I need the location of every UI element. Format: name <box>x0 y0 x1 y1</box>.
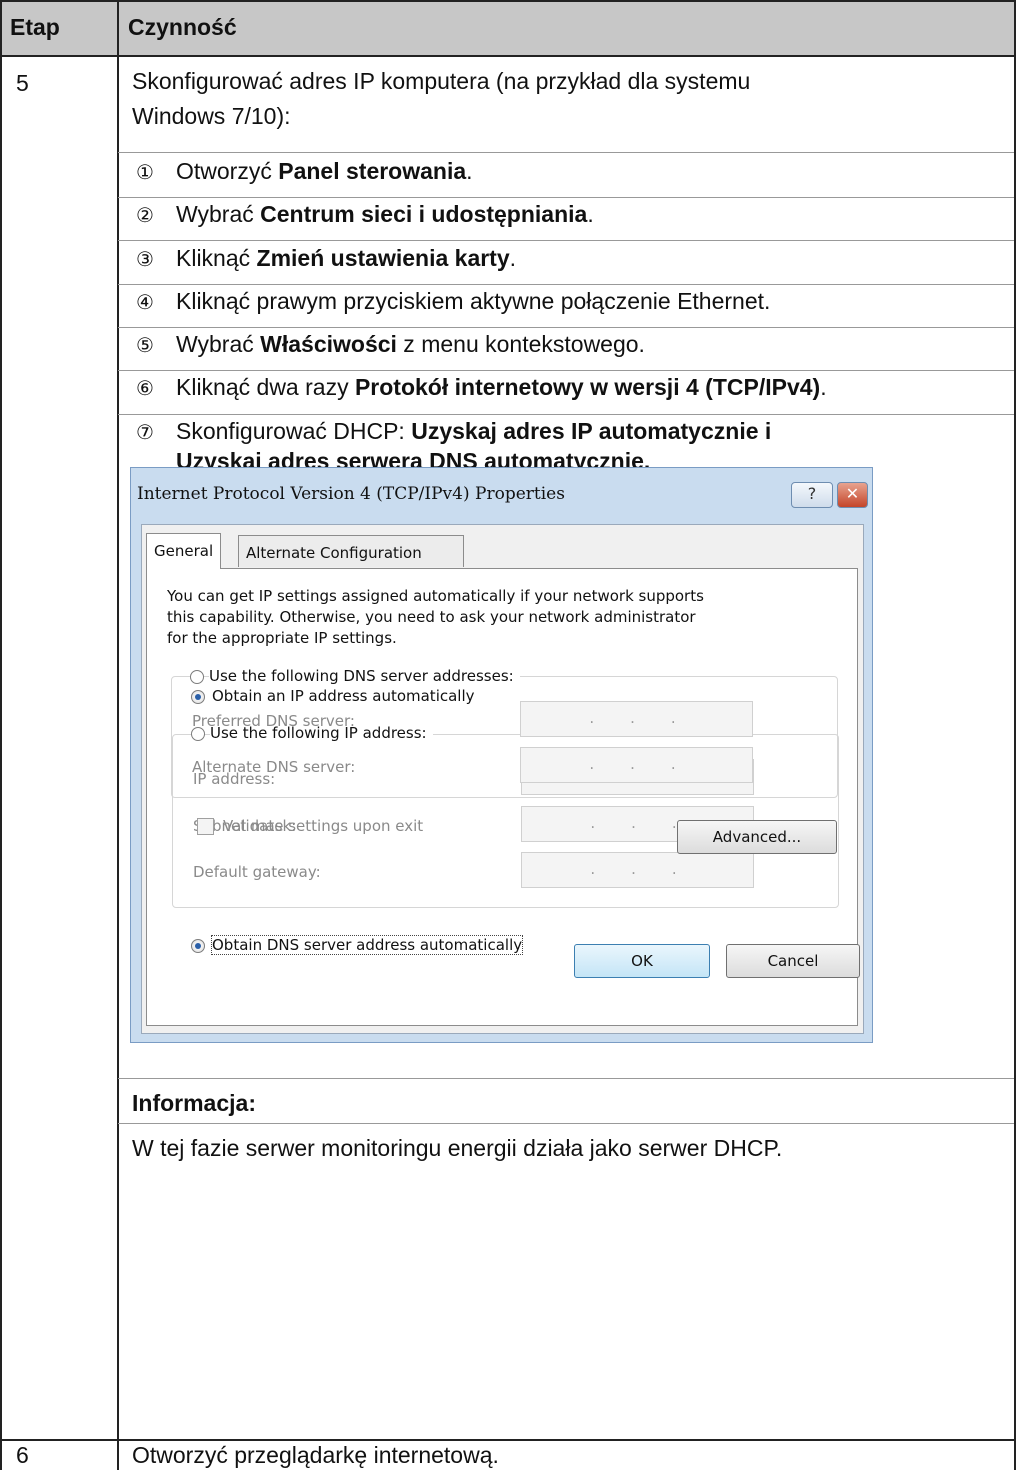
step-intro: Skonfigurować adres IP komputera (na prz… <box>132 68 751 94</box>
header-etap: Etap <box>10 14 60 40</box>
help-button[interactable]: ? <box>791 482 833 508</box>
preferred-dns-label: Preferred DNS server: <box>192 712 355 730</box>
radio-use-dns[interactable] <box>190 670 204 684</box>
dialog-title: Internet Protocol Version 4 (TCP/IPv4) P… <box>137 484 565 504</box>
step-number: 5 <box>16 70 29 96</box>
alternate-dns-field[interactable]: ... <box>520 747 753 783</box>
row-divider <box>118 240 1014 241</box>
radio-use-dns-label: Use the following DNS server addresses: <box>209 667 520 685</box>
row-divider <box>118 327 1014 328</box>
validate-label: Validate settings upon exit <box>223 817 424 835</box>
step-text: Otworzyć przeglądarkę internetową. <box>132 1442 499 1468</box>
table-border-left <box>0 0 2 1470</box>
info-text: W tej fazie serwer monitoringu energii d… <box>132 1135 783 1161</box>
validate-checkbox[interactable] <box>197 818 214 835</box>
row-divider <box>118 1123 1014 1124</box>
row-divider <box>118 370 1014 371</box>
ok-button[interactable]: OK <box>574 944 710 978</box>
step-intro-2: Windows 7/10): <box>132 103 291 129</box>
header-czynnosc: Czynność <box>128 14 237 40</box>
row-divider <box>118 197 1014 198</box>
tab-alternate-configuration[interactable]: Alternate Configuration <box>238 535 464 567</box>
table-border-top <box>0 0 1016 2</box>
alternate-dns-label: Alternate DNS server: <box>192 758 356 776</box>
close-button[interactable]: ✕ <box>837 482 868 508</box>
step-number: 6 <box>16 1442 29 1468</box>
info-heading: Informacja: <box>132 1090 256 1116</box>
preferred-dns-field[interactable]: ... <box>520 701 753 737</box>
table-border-header <box>0 55 1016 57</box>
advanced-button[interactable]: Advanced... <box>677 820 837 854</box>
table-border-mid <box>117 0 119 1470</box>
dialog-footer: OK Cancel <box>130 940 873 1040</box>
row-divider <box>118 1078 1014 1079</box>
row-divider <box>118 152 1014 153</box>
row-divider <box>118 284 1014 285</box>
cancel-button[interactable]: Cancel <box>726 944 860 978</box>
tab-general[interactable]: General <box>146 533 222 569</box>
row-divider <box>118 414 1014 415</box>
